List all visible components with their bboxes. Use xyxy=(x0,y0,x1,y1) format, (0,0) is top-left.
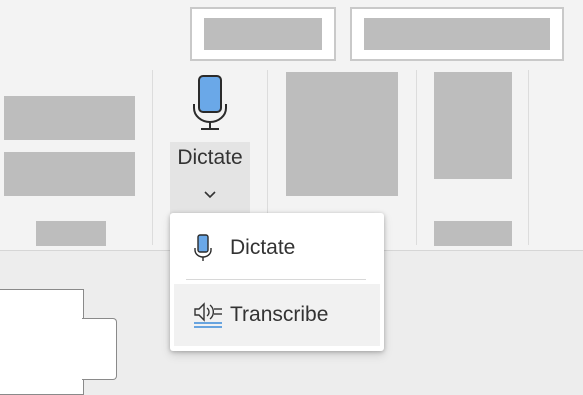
menu-item-transcribe[interactable]: Transcribe xyxy=(174,284,380,346)
ribbon-large-button-placeholder-2[interactable] xyxy=(434,72,512,179)
document-page-tab xyxy=(82,318,117,380)
ribbon-large-button-placeholder-1[interactable] xyxy=(286,72,398,196)
menu-divider xyxy=(186,279,366,280)
chevron-down-icon xyxy=(204,191,216,199)
menu-item-label: Transcribe xyxy=(230,303,329,326)
dictate-button[interactable] xyxy=(170,70,250,142)
dictate-dropdown-button[interactable] xyxy=(170,174,250,214)
group-label-placeholder-3 xyxy=(434,221,512,246)
menu-item-label: Dictate xyxy=(230,236,296,259)
ribbon-control-placeholder-1[interactable] xyxy=(4,96,135,140)
ribbon-input-placeholder-1[interactable] xyxy=(190,7,336,61)
dictate-dropdown-menu: Dictate Transcribe xyxy=(170,213,384,351)
transcribe-icon xyxy=(192,300,230,330)
ribbon-control-placeholder-2[interactable] xyxy=(4,152,135,196)
menu-item-dictate[interactable]: Dictate xyxy=(174,217,380,279)
group-separator xyxy=(152,70,153,245)
group-label-placeholder-1 xyxy=(36,221,106,246)
ribbon-input-placeholder-2[interactable] xyxy=(350,7,564,61)
group-separator xyxy=(528,70,529,245)
document-page[interactable] xyxy=(0,289,84,395)
microphone-icon xyxy=(193,75,227,130)
group-separator xyxy=(416,70,417,245)
dictate-button-label[interactable]: Dictate xyxy=(170,142,250,174)
microphone-icon xyxy=(192,232,230,264)
